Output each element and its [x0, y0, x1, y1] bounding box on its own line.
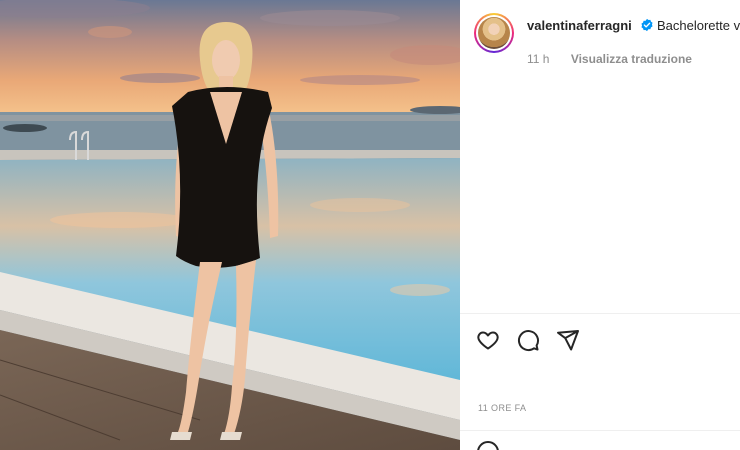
post-header: valentinaferragni Bachelorette v 11 h Vi…	[460, 0, 740, 80]
like-button[interactable]	[476, 328, 502, 354]
emoji-icon	[477, 441, 499, 450]
caption-text: Bachelorette v	[657, 18, 740, 33]
verified-badge-icon	[641, 18, 653, 32]
post-meta: 11 h Visualizza traduzione	[527, 52, 692, 66]
translate-link[interactable]: Visualizza traduzione	[571, 52, 692, 66]
heart-icon	[477, 331, 499, 350]
share-button[interactable]	[556, 328, 582, 354]
comment-icon	[517, 330, 539, 352]
post-photo-illustration	[0, 0, 460, 450]
comment-button[interactable]	[516, 328, 542, 354]
avatar-border	[476, 15, 512, 51]
post-photo[interactable]	[0, 0, 460, 450]
send-icon	[557, 330, 579, 351]
post-side-panel: valentinaferragni Bachelorette v 11 h Vi…	[460, 0, 740, 450]
avatar[interactable]	[474, 13, 514, 53]
post-timestamp[interactable]: 11 ORE FA	[478, 403, 526, 413]
section-divider	[460, 313, 740, 314]
comment-divider	[460, 430, 740, 431]
emoji-button[interactable]	[476, 440, 500, 450]
username-link[interactable]: valentinaferragni	[527, 18, 632, 33]
avatar-image	[478, 17, 510, 49]
post-time: 11 h	[527, 52, 550, 66]
